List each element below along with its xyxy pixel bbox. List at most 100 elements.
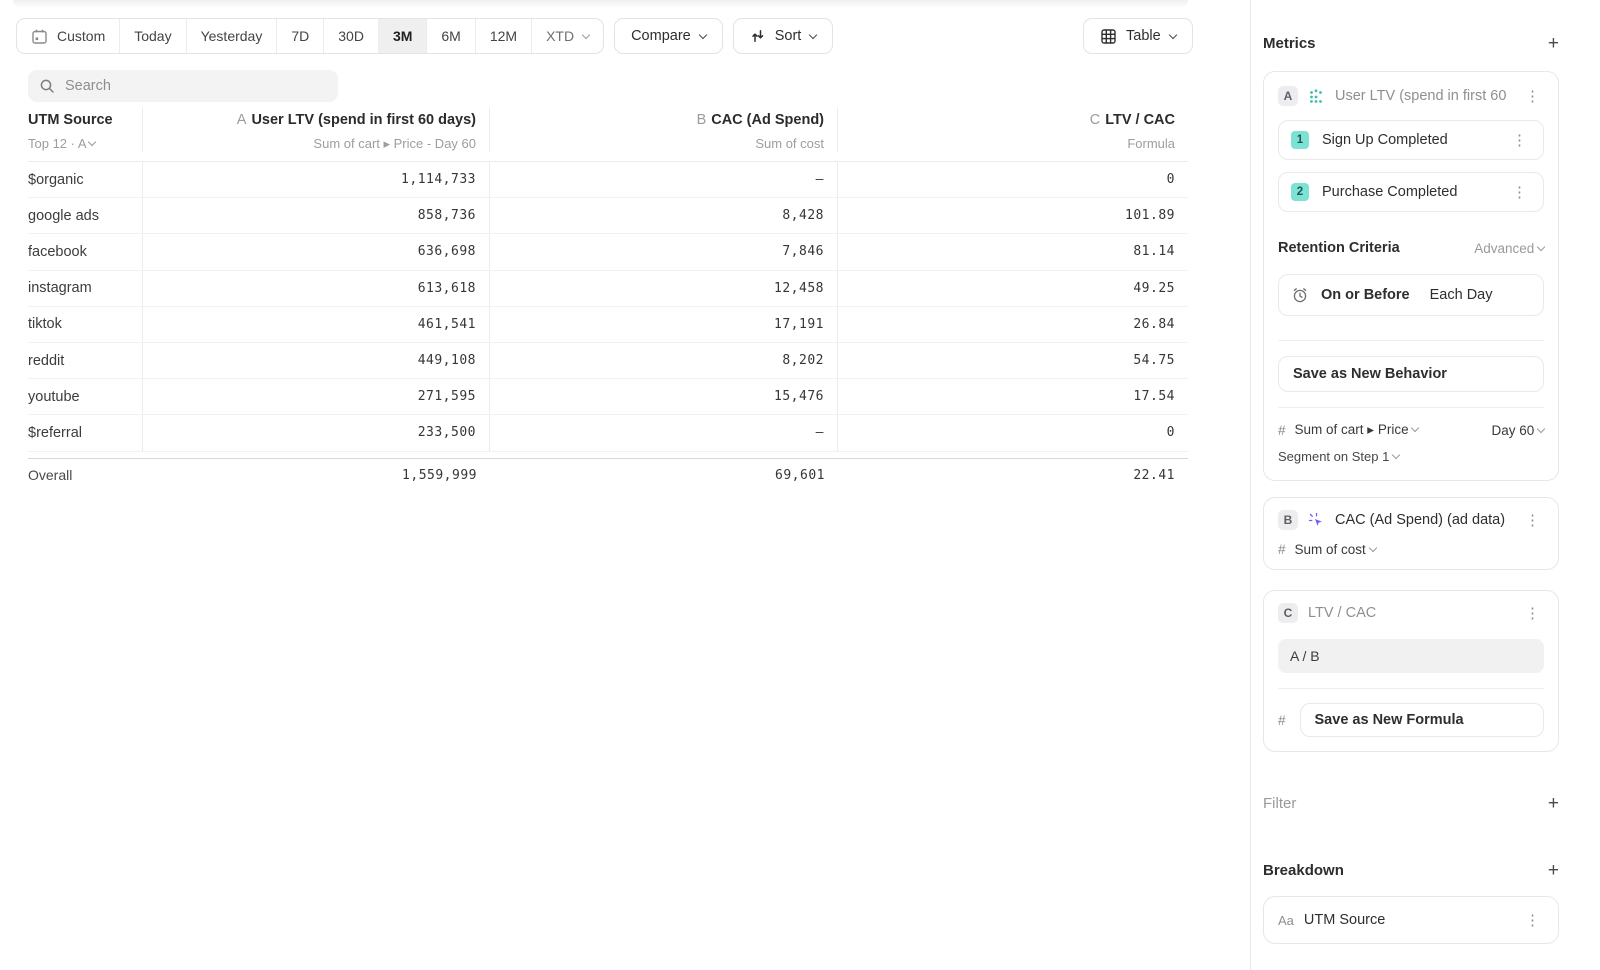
range-30d[interactable]: 30D [324, 19, 379, 53]
column-header-utm-source[interactable]: UTM Source Top 12 · A [28, 108, 143, 152]
metric-a-header: A User LTV (spend in first 60 da... ⋮ [1278, 84, 1544, 108]
range-today[interactable]: Today [120, 19, 186, 53]
property-dropdown[interactable]: Sum of cart ▸ Price [1295, 422, 1419, 438]
add-breakdown-button[interactable]: + [1548, 861, 1559, 880]
range-7d[interactable]: 7D [277, 19, 324, 53]
formula-input[interactable]: A / B [1278, 639, 1544, 673]
timing-unit-dropdown[interactable]: Each Day [1430, 287, 1493, 303]
timing-operator-dropdown[interactable]: On or Before [1321, 287, 1410, 303]
chevron-down-icon [1392, 451, 1400, 459]
metric-a-property-row: # Sum of cart ▸ Price Day 60 [1278, 422, 1544, 438]
kebab-menu-icon[interactable]: ⋮ [1508, 183, 1531, 202]
filter-title: Filter [1263, 795, 1296, 812]
filter-section-header: Filter + [1263, 794, 1559, 813]
table-row[interactable]: $referral 233,500 – 0 [28, 415, 1188, 451]
table-row[interactable]: $organic 1,114,733 – 0 [28, 162, 1188, 198]
sort-arrows-icon [750, 28, 766, 44]
alarm-clock-icon [1291, 286, 1309, 304]
formula-save-row: # Save as New Formula [1278, 703, 1544, 737]
metric-card-b: B CAC (Ad Spend) (ad data) ⋮ # Sum of co… [1263, 497, 1559, 570]
scrolled-card-edge [13, 0, 1188, 7]
date-range-control: Custom Today Yesterday 7D 30D 3M 6M 12M … [16, 18, 604, 54]
numeric-property-icon: # [1278, 713, 1286, 728]
main-panel: Custom Today Yesterday 7D 30D 3M 6M 12M … [0, 0, 1250, 970]
numeric-property-icon: # [1278, 542, 1286, 557]
save-as-new-behavior-button[interactable]: Save as New Behavior [1278, 356, 1544, 392]
table-row[interactable]: youtube 271,595 15,476 17.54 [28, 379, 1188, 415]
kebab-menu-icon[interactable]: ⋮ [1508, 131, 1531, 150]
toolbar: Custom Today Yesterday 7D 30D 3M 6M 12M … [16, 18, 833, 54]
column-header-ltv-cac[interactable]: CLTV / CAC Formula [838, 108, 1188, 152]
metric-card-a: A User LTV (spend in first 60 da... ⋮ 1 … [1263, 71, 1559, 481]
range-6m[interactable]: 6M [427, 19, 475, 53]
add-filter-button[interactable]: + [1548, 794, 1559, 813]
metric-a-name[interactable]: User LTV (spend in first 60 da... [1335, 88, 1511, 104]
calendar-icon [31, 28, 48, 45]
metric-a-badge: A [1278, 86, 1298, 106]
chevron-down-icon [582, 30, 590, 38]
retention-criteria-row: Retention Criteria Advanced [1278, 240, 1544, 256]
breakdown-section-header: Breakdown + [1263, 861, 1559, 880]
table-grid-icon [1100, 28, 1117, 45]
table-row[interactable]: tiktok 461,541 17,191 26.84 [28, 307, 1188, 343]
range-label: Custom [57, 28, 105, 44]
chevron-down-icon [1411, 424, 1419, 432]
step-label: Sign Up Completed [1322, 132, 1448, 148]
step-number-badge: 1 [1291, 131, 1309, 149]
kebab-menu-icon[interactable]: ⋮ [1521, 87, 1544, 106]
search-icon [39, 78, 55, 94]
property-dropdown[interactable]: Sum of cost [1295, 542, 1376, 557]
breakdown-item-utm-source[interactable]: Aa UTM Source ⋮ [1263, 896, 1559, 944]
chevron-down-icon [1537, 424, 1545, 432]
funnel-step-1[interactable]: 1 Sign Up Completed ⋮ [1278, 120, 1544, 160]
table-row[interactable]: reddit 449,108 8,202 54.75 [28, 343, 1188, 379]
funnel-step-2[interactable]: 2 Purchase Completed ⋮ [1278, 172, 1544, 212]
step-label: Purchase Completed [1322, 184, 1457, 200]
save-as-new-formula-button[interactable]: Save as New Formula [1300, 703, 1544, 737]
kebab-menu-icon[interactable]: ⋮ [1521, 911, 1544, 930]
kebab-menu-icon[interactable]: ⋮ [1521, 604, 1544, 623]
view-selector-table-button[interactable]: Table [1083, 18, 1193, 54]
segment-on-step-dropdown[interactable]: Segment on Step 1 [1278, 449, 1544, 464]
chevron-down-icon [809, 30, 817, 38]
metric-card-c: C LTV / CAC ⋮ A / B # Save as New Formul… [1263, 590, 1559, 752]
metric-b-badge: B [1278, 510, 1298, 530]
retention-criteria-title: Retention Criteria [1278, 240, 1400, 256]
range-yesterday[interactable]: Yesterday [187, 19, 278, 53]
add-metric-button[interactable]: + [1548, 34, 1559, 53]
chevron-down-icon [1537, 242, 1545, 250]
metrics-title: Metrics [1263, 35, 1316, 52]
numeric-property-icon: # [1278, 423, 1286, 438]
table-row[interactable]: facebook 636,698 7,846 81.14 [28, 234, 1188, 270]
breakdown-title: Breakdown [1263, 862, 1344, 879]
table-header: UTM Source Top 12 · A AUser LTV (spend i… [28, 108, 1188, 162]
kebab-menu-icon[interactable]: ⋮ [1521, 511, 1544, 530]
divider [1278, 407, 1544, 408]
range-custom[interactable]: Custom [17, 19, 120, 53]
top-12-dropdown[interactable]: Top 12 · A [28, 136, 95, 151]
metric-b-name[interactable]: CAC (Ad Spend) (ad data) [1335, 512, 1511, 528]
advanced-dropdown[interactable]: Advanced [1474, 241, 1544, 256]
range-12m[interactable]: 12M [476, 19, 532, 53]
range-xtd-dropdown[interactable]: XTD [532, 19, 603, 53]
table-overall-row: Overall 1,559,999 69,601 22.41 [28, 458, 1188, 492]
metrics-section-header: Metrics + [1263, 34, 1559, 53]
metric-b-header: B CAC (Ad Spend) (ad data) ⋮ [1278, 508, 1544, 532]
divider [1278, 688, 1544, 689]
column-header-cac[interactable]: BCAC (Ad Spend) Sum of cost [490, 108, 838, 152]
chevron-down-icon [698, 30, 706, 38]
table-row[interactable]: google ads 858,736 8,428 101.89 [28, 198, 1188, 234]
column-header-user-ltv[interactable]: AUser LTV (spend in first 60 days) Sum o… [143, 108, 490, 152]
compare-button[interactable]: Compare [614, 18, 723, 54]
metric-c-header: C LTV / CAC ⋮ [1278, 601, 1544, 625]
table-row[interactable]: instagram 613,618 12,458 49.25 [28, 271, 1188, 307]
range-3m-selected[interactable]: 3M [379, 19, 427, 53]
window-dropdown[interactable]: Day 60 [1491, 423, 1544, 438]
step-number-badge: 2 [1291, 183, 1309, 201]
breakdown-table: UTM Source Top 12 · A AUser LTV (spend i… [28, 108, 1188, 492]
search-input[interactable] [65, 78, 327, 94]
sort-button[interactable]: Sort [733, 18, 834, 54]
ad-click-icon [1308, 512, 1325, 529]
metric-c-name[interactable]: LTV / CAC [1308, 605, 1511, 621]
behavioral-metric-icon [1308, 88, 1325, 105]
